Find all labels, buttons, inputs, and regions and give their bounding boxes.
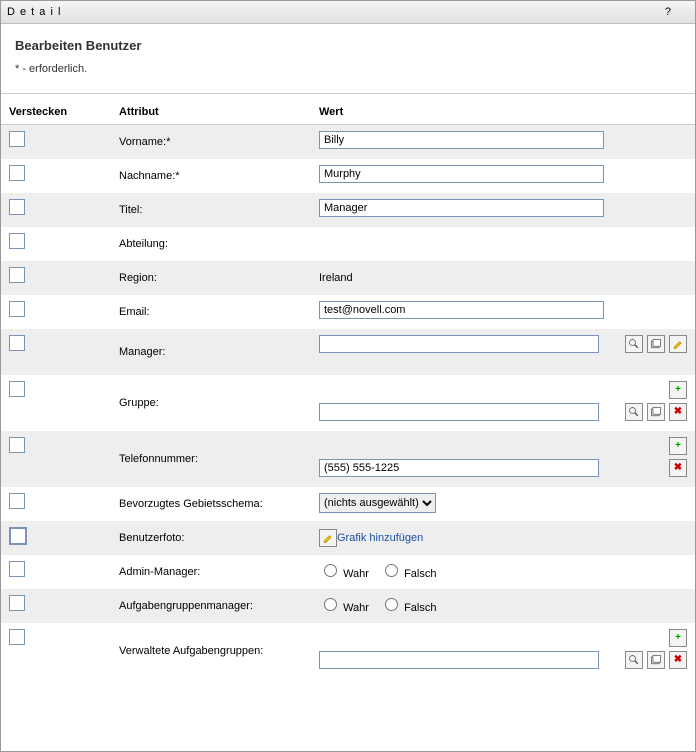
hide-checkbox[interactable] [9,561,25,577]
radio-true[interactable]: Wahr [319,568,369,580]
input-lastname[interactable] [319,165,604,183]
row-taskgroups: Verwaltete Aufgabengruppen: + ✖ [1,623,695,679]
detail-window: D e t a i l ? Bearbeiten Benutzer * - er… [0,0,696,752]
col-hide: Verstecken [1,100,111,125]
titlebar: D e t a i l ? [1,1,695,24]
edit-icon[interactable] [669,335,687,353]
history-icon[interactable] [647,335,665,353]
hide-checkbox[interactable] [9,595,25,611]
window-title: D e t a i l [7,6,665,18]
lookup-icon[interactable] [625,403,643,421]
input-title[interactable] [319,199,604,217]
label-manager: Manager: [119,335,303,369]
label-lastname: Nachname:* [119,165,303,187]
row-firstname: Vorname:* [1,125,695,160]
col-attr: Attribut [111,100,311,125]
input-email[interactable] [319,301,604,319]
label-taskmgr: Aufgabengruppenmanager: [119,595,303,617]
add-image-link[interactable]: Grafik hinzufügen [337,532,423,544]
input-taskgroups[interactable] [319,651,599,669]
input-phone[interactable] [319,459,599,477]
form-table: Verstecken Attribut Wert Vorname:* Nachn… [1,100,695,679]
row-locale: Bevorzugtes Gebietsschema: (nichts ausge… [1,487,695,521]
row-group: Gruppe: + ✖ [1,375,695,431]
row-photo: Benutzerfoto: Grafik hinzufügen [1,521,695,555]
radio-true-label: Wahr [343,568,369,580]
label-phone: Telefonnummer: [119,437,303,481]
hide-checkbox[interactable] [9,437,25,453]
select-locale[interactable]: (nichts ausgewählt) [319,493,436,513]
help-icon[interactable]: ? [665,6,671,18]
label-region: Region: [119,267,303,289]
row-manager: Manager: [1,329,695,375]
input-firstname[interactable] [319,131,604,149]
col-val: Wert [311,100,695,125]
row-taskmgr: Aufgabengruppenmanager: Wahr Falsch [1,589,695,623]
label-locale: Bevorzugtes Gebietsschema: [119,493,303,515]
lookup-icon[interactable] [625,651,643,669]
hide-checkbox[interactable] [9,233,25,249]
edit-icon[interactable] [319,529,337,547]
required-note: * - erforderlich. [1,63,695,93]
row-phone: Telefonnummer: + ✖ [1,431,695,487]
hide-checkbox[interactable] [9,381,25,397]
hide-checkbox[interactable] [9,199,25,215]
value-region: Ireland [319,267,687,289]
add-icon[interactable]: + [669,437,687,455]
hide-checkbox[interactable] [9,267,25,283]
radio-true-label: Wahr [343,602,369,614]
row-department: Abteilung: [1,227,695,261]
label-photo: Benutzerfoto: [119,527,303,549]
hide-checkbox[interactable] [9,335,25,351]
radio-false-label: Falsch [404,568,436,580]
value-department [319,233,687,255]
window-title-text: D e t a i l [7,6,61,18]
delete-icon[interactable]: ✖ [669,403,687,421]
add-icon[interactable]: + [669,381,687,399]
radio-false[interactable]: Falsch [380,602,436,614]
add-icon[interactable]: + [669,629,687,647]
page-heading: Bearbeiten Benutzer [1,38,695,63]
label-email: Email: [119,301,303,323]
hide-checkbox[interactable] [9,165,25,181]
history-icon[interactable] [647,403,665,421]
radio-true[interactable]: Wahr [319,602,369,614]
delete-icon[interactable]: ✖ [669,459,687,477]
radio-false-label: Falsch [404,602,436,614]
label-taskgroups: Verwaltete Aufgabengruppen: [119,629,303,673]
content: Bearbeiten Benutzer * - erforderlich. Ve… [1,24,695,679]
hide-checkbox[interactable] [9,131,25,147]
label-department: Abteilung: [119,233,303,255]
hide-checkbox[interactable] [9,493,25,509]
row-title: Titel: [1,193,695,227]
row-adminmgr: Admin-Manager: Wahr Falsch [1,555,695,589]
input-group[interactable] [319,403,599,421]
lookup-icon[interactable] [625,335,643,353]
hide-checkbox[interactable] [9,629,25,645]
label-adminmgr: Admin-Manager: [119,561,303,583]
hide-checkbox[interactable] [9,527,27,545]
label-firstname: Vorname:* [119,131,303,153]
label-title: Titel: [119,199,303,221]
divider [1,93,695,94]
input-manager[interactable] [319,335,599,353]
row-email: Email: [1,295,695,329]
label-group: Gruppe: [119,381,303,425]
row-region: Region: Ireland [1,261,695,295]
radio-false[interactable]: Falsch [380,568,436,580]
delete-icon[interactable]: ✖ [669,651,687,669]
row-lastname: Nachname:* [1,159,695,193]
history-icon[interactable] [647,651,665,669]
hide-checkbox[interactable] [9,301,25,317]
